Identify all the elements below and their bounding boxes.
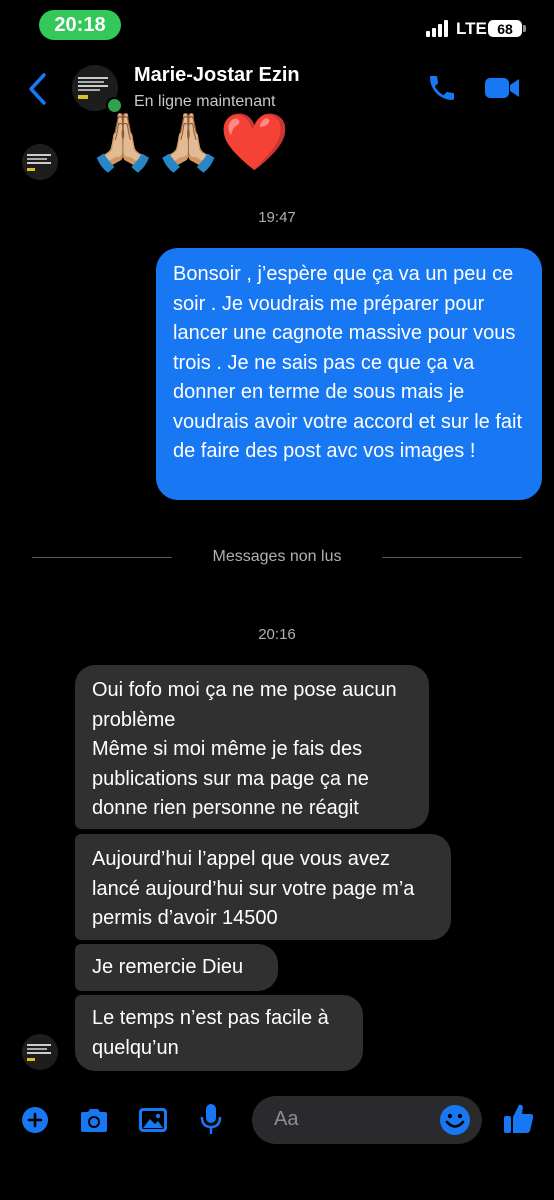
camera-icon[interactable] <box>78 1106 110 1134</box>
message-placeholder: Aa <box>274 1108 299 1130</box>
outgoing-message[interactable]: Bonsoir , j’espère que ça va un peu ce s… <box>156 248 542 500</box>
incoming-message[interactable]: Le temps n’est pas facile à quelqu’un <box>75 995 363 1071</box>
like-icon[interactable] <box>503 1102 535 1136</box>
avatar-image <box>22 144 58 180</box>
plus-icon[interactable] <box>21 1106 49 1134</box>
timestamp: 19:47 <box>258 209 296 226</box>
timestamp: 20:16 <box>258 626 296 643</box>
battery-icon: 68 <box>488 20 522 37</box>
image-icon[interactable] <box>137 1105 169 1135</box>
video-call-icon[interactable] <box>484 74 520 102</box>
incoming-message[interactable]: Je remercie Dieu <box>75 944 278 991</box>
back-icon[interactable] <box>26 72 50 106</box>
microphone-icon[interactable] <box>200 1102 222 1136</box>
signal-icon <box>426 20 448 37</box>
contact-name[interactable]: Marie-Jostar Ezin <box>134 64 300 87</box>
sender-avatar <box>22 1034 58 1070</box>
sender-avatar <box>22 144 58 180</box>
incoming-message[interactable]: Aujourd’hui l’appel que vous avez lancé … <box>75 834 451 940</box>
emoji-icon[interactable] <box>439 1104 471 1136</box>
status-time: 20:18 <box>39 10 121 40</box>
network-label: LTE <box>456 19 487 38</box>
avatar-image <box>22 1034 58 1070</box>
reaction-emojis: 🙏🏼🙏🏼❤️ <box>88 110 289 173</box>
incoming-message[interactable]: Oui fofo moi ça ne me pose aucun problèm… <box>75 665 429 829</box>
contact-status: En ligne maintenant <box>134 93 276 110</box>
battery-tip <box>523 25 526 32</box>
call-icon[interactable] <box>426 72 458 104</box>
unread-divider: Messages non lus <box>212 548 342 565</box>
